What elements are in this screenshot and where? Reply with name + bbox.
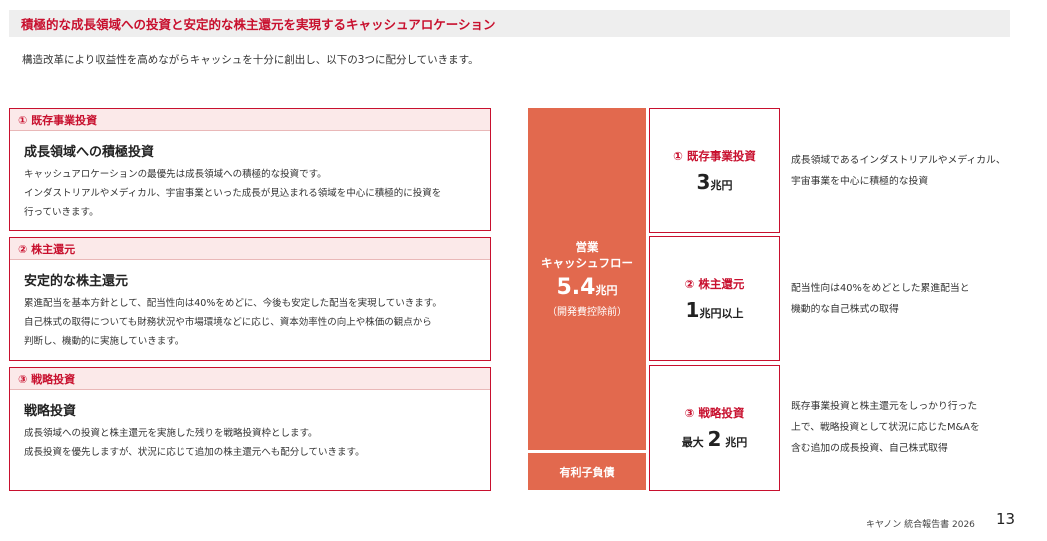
card-header: ① 既存事業投資 bbox=[10, 109, 490, 131]
cashflow-label-2: キャッシュフロー bbox=[541, 255, 633, 270]
page-title: 積極的な成長領域への投資と安定的な株主還元を実現するキャッシュアロケーション bbox=[21, 17, 496, 32]
description-line: 機動的な自己株式の取得 bbox=[791, 304, 899, 315]
card-strategic-investment: ③ 戦略投資 戦略投資 成長領域への投資と株主還元を実施した残りを戦略投資枠とし… bbox=[9, 367, 491, 491]
description-line: 配当性向は40%をめどとした累進配当と bbox=[791, 283, 970, 294]
card-line: 判断し、機動的に実施していきます。 bbox=[24, 336, 185, 347]
card-existing-business: ① 既存事業投資 成長領域への積極投資 キャッシュアロケーションの最優先は成長領… bbox=[9, 108, 491, 231]
card-line: インダストリアルやメディカル、宇宙事業といった成長が見込まれる領域を中心に積極的… bbox=[24, 188, 442, 199]
card-line: 成長領域への投資と株主還元を実施した残りを戦略投資枠とします。 bbox=[24, 428, 318, 439]
page-title-bar: 積極的な成長領域への投資と安定的な株主還元を実現するキャッシュアロケーション bbox=[9, 10, 1010, 37]
interest-bearing-debt-box: 有利子負債 bbox=[528, 453, 646, 490]
allocation-label: ② 株主還元 bbox=[684, 276, 745, 291]
allocation-amount: 最大 2 兆円 bbox=[682, 427, 748, 451]
allocation-label: ① 既存事業投資 bbox=[673, 148, 756, 163]
description-line: 成長領域であるインダストリアルやメディカル、 bbox=[791, 155, 1006, 166]
card-title: 成長領域への積極投資 bbox=[24, 145, 155, 160]
card-line: 行っていきます。 bbox=[24, 207, 99, 218]
card-shareholder-return: ② 株主還元 安定的な株主還元 累進配当を基本方針として、配当性向は40%をめど… bbox=[9, 237, 491, 361]
allocation-value: 2 bbox=[707, 427, 722, 451]
intro-text: 構造改革により収益性を高めながらキャッシュを十分に創出し、以下の3つに配分してい… bbox=[22, 54, 479, 66]
allocation-unit: 兆円 bbox=[725, 436, 748, 449]
cashflow-label-1: 営業 bbox=[575, 239, 599, 254]
cashflow-unit: 兆円 bbox=[595, 283, 618, 297]
description-existing-business: 成長領域であるインダストリアルやメディカル、 宇宙事業を中心に積極的な投資 bbox=[791, 150, 1016, 192]
description-strategic-investment: 既存事業投資と株主還元をしっかり行った 上で、戦略投資として状況に応じたM&Aを… bbox=[791, 396, 1016, 459]
allocation-existing-business: ① 既存事業投資 3兆円 bbox=[649, 108, 780, 233]
card-text: キャッシュアロケーションの最優先は成長領域への積極的な投資です。 インダストリア… bbox=[24, 165, 476, 222]
description-shareholder-return: 配当性向は40%をめどとした累進配当と 機動的な自己株式の取得 bbox=[791, 278, 1016, 320]
allocation-shareholder-return: ② 株主還元 1兆円以上 bbox=[649, 236, 780, 361]
card-text: 累進配当を基本方針として、配当性向は40%をめどに、今後も安定した配当を実現して… bbox=[24, 294, 476, 351]
description-line: 含む追加の成長投資、自己株式取得 bbox=[791, 443, 948, 454]
allocation-amount: 3兆円 bbox=[697, 170, 733, 194]
cashflow-note: （開発費控除前） bbox=[547, 306, 627, 318]
card-title: 安定的な株主還元 bbox=[24, 274, 129, 289]
description-line: 上で、戦略投資として状況に応じたM&Aを bbox=[791, 422, 980, 433]
card-line: 累進配当を基本方針として、配当性向は40%をめどに、今後も安定した配当を実現して… bbox=[24, 298, 442, 309]
description-line: 宇宙事業を中心に積極的な投資 bbox=[791, 176, 929, 187]
card-line: キャッシュアロケーションの最優先は成長領域への積極的な投資です。 bbox=[24, 169, 327, 180]
page-number: 13 bbox=[996, 510, 1016, 528]
operating-cashflow-box: 営業 キャッシュフロー 5.4兆円 （開発費控除前） bbox=[528, 108, 646, 450]
card-header: ② 株主還元 bbox=[10, 238, 490, 260]
card-title: 戦略投資 bbox=[24, 404, 77, 419]
allocation-amount: 1兆円以上 bbox=[686, 298, 744, 322]
allocation-value: 3 bbox=[696, 169, 711, 194]
description-line: 既存事業投資と株主還元をしっかり行った bbox=[791, 401, 978, 412]
cashflow-value: 5.4 bbox=[556, 274, 596, 300]
card-header: ③ 戦略投資 bbox=[10, 368, 490, 390]
allocation-value: 1 bbox=[685, 297, 700, 322]
card-line: 成長投資を優先しますが、状況に応じて追加の株主還元へも配分していきます。 bbox=[24, 447, 365, 458]
footer-report-name: キヤノン 統合報告書 2026 bbox=[866, 520, 975, 530]
allocation-strategic-investment: ③ 戦略投資 最大 2 兆円 bbox=[649, 365, 780, 491]
cashflow-amount: 5.4兆円 bbox=[557, 273, 618, 306]
allocation-unit: 兆円 bbox=[710, 178, 733, 192]
card-text: 成長領域への投資と株主還元を実施した残りを戦略投資枠とします。 成長投資を優先し… bbox=[24, 424, 476, 462]
allocation-label: ③ 戦略投資 bbox=[684, 406, 745, 420]
allocation-unit: 兆円以上 bbox=[699, 306, 744, 320]
allocation-prefix: 最大 bbox=[681, 436, 704, 449]
card-line: 自己株式の取得についても財務状況や市場環境などに応じ、資本効率性の向上や株価の観… bbox=[24, 317, 432, 328]
